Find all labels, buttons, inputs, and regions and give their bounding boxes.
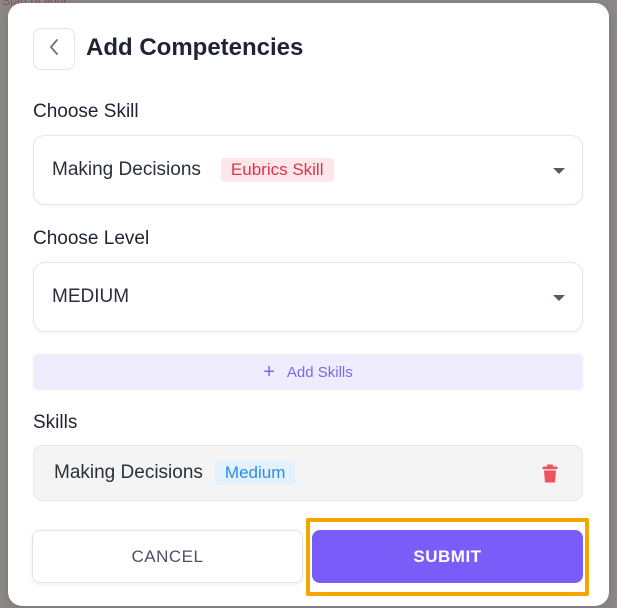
- choose-level-select[interactable]: MEDIUM: [33, 262, 583, 332]
- skill-source-badge: Eubrics Skill: [220, 158, 334, 182]
- chevron-left-icon: [48, 38, 60, 61]
- choose-level-value: MEDIUM: [52, 286, 130, 307]
- choose-skill-label: Choose Skill: [33, 101, 139, 122]
- plus-icon: +: [263, 361, 275, 383]
- cancel-button[interactable]: CANCEL: [32, 530, 303, 583]
- skill-level-badge: Medium: [214, 461, 296, 485]
- modal-title: Add Competencies: [86, 34, 304, 61]
- skill-list-item: Making Decisions Medium: [33, 445, 583, 501]
- add-competencies-modal: Add Competencies Choose Skill Making Dec…: [8, 3, 609, 606]
- add-skills-button[interactable]: + Add Skills: [33, 354, 583, 390]
- submit-button[interactable]: SUBMIT: [312, 530, 583, 583]
- add-skills-label: Add Skills: [286, 363, 353, 381]
- trash-icon[interactable]: [542, 464, 558, 488]
- choose-skill-value: Making Decisions: [52, 159, 201, 180]
- choose-skill-select[interactable]: Making Decisions Eubrics Skill: [33, 135, 583, 205]
- back-button[interactable]: [33, 28, 75, 70]
- skills-label: Skills: [33, 412, 78, 433]
- caret-down-icon: [553, 295, 565, 301]
- caret-down-icon: [553, 168, 565, 174]
- choose-level-label: Choose Level: [33, 228, 150, 249]
- skill-name: Making Decisions: [54, 462, 203, 483]
